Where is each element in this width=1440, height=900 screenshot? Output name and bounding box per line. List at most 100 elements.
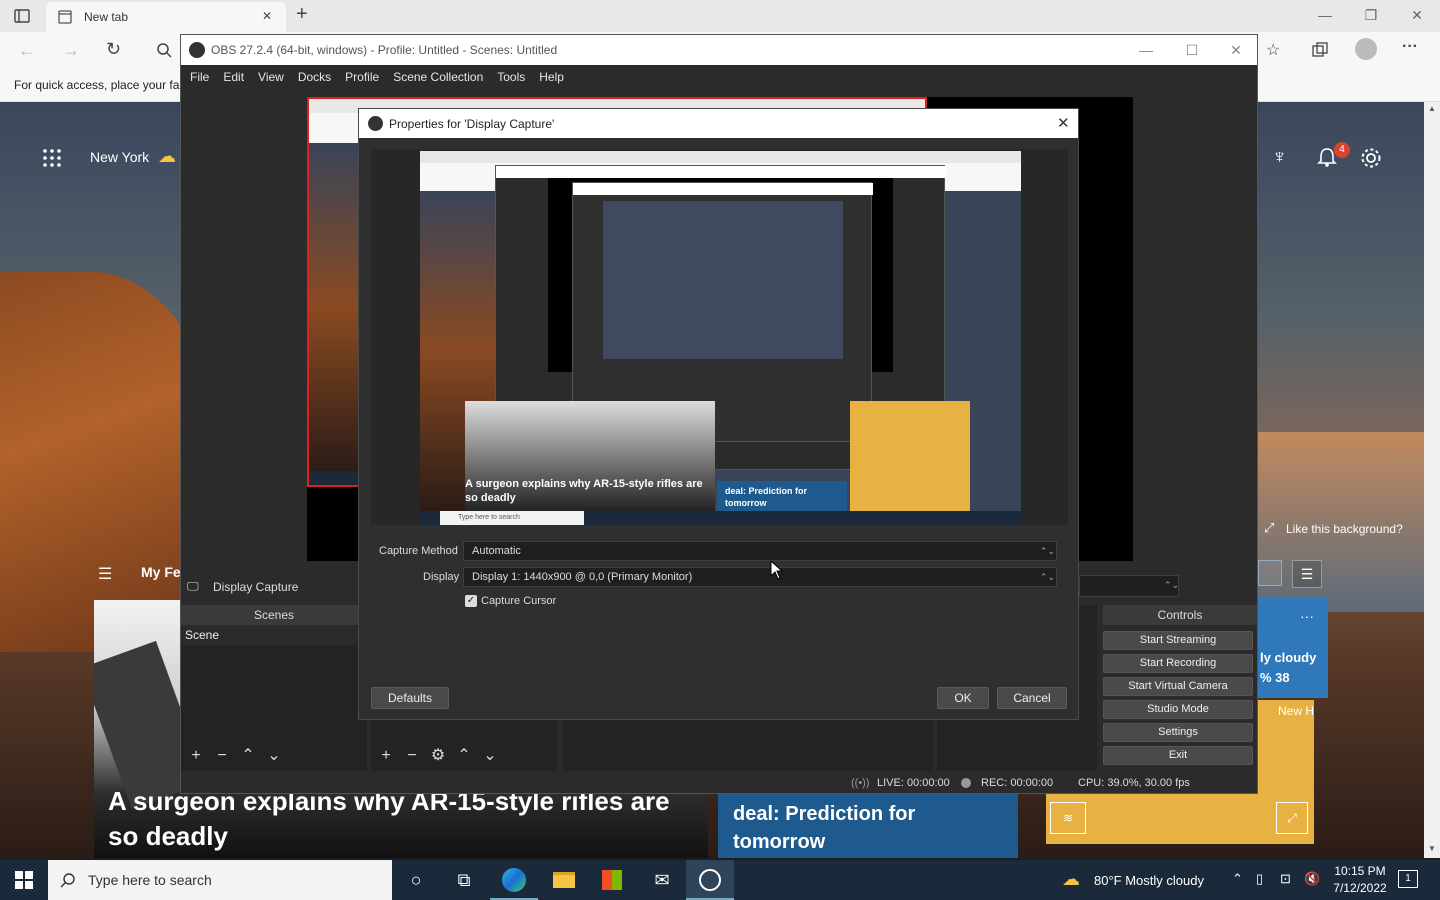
weather-tile-more-icon[interactable]: ··· [1300,608,1314,624]
news-headline-deal[interactable]: deal: Prediction for tomorrow [733,800,1013,856]
monitor-icon: 🖵 [187,579,199,593]
apps-grid-icon[interactable] [42,148,62,168]
source-dropdown[interactable]: ⌃⌄ [1079,575,1179,597]
weather-tile-temp: % 38 [1260,670,1290,685]
map-layers-icon[interactable]: ≋ [1050,802,1086,834]
list-layout-icon[interactable]: ☰ [1292,560,1322,588]
settings-button[interactable]: Settings [1103,723,1253,742]
source-up-icon[interactable]: ⌃ [451,745,477,765]
like-background-link[interactable]: Like this background? [1286,522,1403,536]
remove-scene-icon[interactable]: − [209,747,235,765]
obs-titlebar: OBS 27.2.4 (64-bit, windows) - Profile: … [181,35,1257,65]
weather-map-strip: ≋ ⤢ [1046,792,1314,844]
search-icon[interactable] [156,42,172,58]
capture-cursor-label[interactable]: Capture Cursor [481,595,556,607]
weather-map-new: New H [1278,704,1314,718]
action-center-icon[interactable]: 1 [1398,870,1418,888]
feed-menu-icon[interactable]: ☰ [98,564,112,584]
ok-button[interactable]: OK [937,687,989,709]
taskbar-search-box[interactable]: Type here to search [48,860,392,900]
expand-icon[interactable]: ⤢ [1264,520,1274,536]
nested-headline: A surgeon explains why AR-15-style rifle… [465,478,703,504]
source-settings-gear-icon[interactable]: ⚙ [425,745,451,765]
move-up-icon[interactable]: ⌃ [235,745,261,765]
browser-tab[interactable]: New tab ✕ [46,2,286,32]
cancel-button[interactable]: Cancel [997,687,1067,709]
menu-edit[interactable]: Edit [216,65,251,89]
obs-minimize-icon[interactable]: — [1123,35,1169,65]
favorites-icon[interactable]: ☆ [1266,40,1280,60]
studio-mode-button[interactable]: Studio Mode [1103,700,1253,719]
tab-actions-icon[interactable] [14,8,30,24]
file-explorer-icon[interactable] [540,860,588,900]
add-source-icon[interactable]: + [373,747,399,765]
menu-tools[interactable]: Tools [490,65,532,89]
menu-docks[interactable]: Docks [291,65,338,89]
scene-list-item[interactable]: Scene [181,625,367,645]
new-tab-icon [58,10,72,24]
nested-search: Type here to search [440,511,584,525]
more-menu-icon[interactable]: ··· [1402,38,1418,56]
task-view-icon[interactable]: ⧉ [440,860,488,900]
mail-icon[interactable]: ✉ [638,860,686,900]
source-toolbar: 🖵 Display Capture [181,575,361,597]
taskbar-date[interactable]: 7/12/2022 [1330,881,1390,895]
capture-cursor-checkbox[interactable]: ✓ [465,595,477,607]
obs-taskbar-icon[interactable] [686,860,734,900]
obs-close-icon[interactable]: ✕ [1213,35,1259,65]
scenes-header: Scenes [181,605,367,625]
news-headline-main[interactable]: A surgeon explains why AR-15-style rifle… [108,784,698,854]
new-tab-button[interactable]: + [296,3,308,26]
grid-layout-icon[interactable] [1258,560,1282,586]
tab-close-icon[interactable]: ✕ [262,9,272,23]
menu-profile[interactable]: Profile [338,65,386,89]
source-down-icon[interactable]: ⌄ [477,745,503,765]
taskbar-time[interactable]: 10:15 PM [1332,864,1388,878]
start-virtual-camera-button[interactable]: Start Virtual Camera [1103,677,1253,696]
page-scrollbar[interactable]: ▲ ▼ [1424,102,1440,858]
close-icon[interactable]: ✕ [1394,0,1440,30]
tray-chevron-up-icon[interactable]: ⌃ [1232,871,1243,887]
menu-file[interactable]: File [183,65,216,89]
exit-button[interactable]: Exit [1103,746,1253,765]
taskbar-search-placeholder: Type here to search [88,872,212,888]
volume-muted-icon[interactable]: 🔇 [1304,871,1320,887]
start-streaming-button[interactable]: Start Streaming [1103,631,1253,650]
settings-gear-icon[interactable] [1360,147,1382,169]
back-icon[interactable]: ← [18,40,36,61]
obs-status-bar: ((•)) LIVE: 00:00:00 REC: 00:00:00 CPU: … [181,773,1257,793]
move-down-icon[interactable]: ⌄ [261,745,287,765]
weather-tile[interactable]: ··· ly cloudy % 38 [1258,598,1328,698]
news-tile-deal[interactable]: deal: Prediction for tomorrow [718,792,1018,858]
display-select[interactable]: Display 1: 1440x900 @ 0,0 (Primary Monit… [463,567,1057,587]
add-scene-icon[interactable]: + [183,747,209,765]
remove-source-icon[interactable]: − [399,747,425,765]
start-recording-button[interactable]: Start Recording [1103,654,1253,673]
edge-taskbar-icon[interactable] [490,860,538,900]
tray-device-icon[interactable]: ▯ [1256,871,1263,887]
defaults-button[interactable]: Defaults [371,687,449,709]
profile-avatar[interactable] [1355,38,1377,60]
minimize-icon[interactable]: — [1302,0,1348,30]
network-icon[interactable]: ⊡ [1280,871,1291,887]
map-expand-icon[interactable]: ⤢ [1276,802,1308,834]
windows-start-icon[interactable] [0,860,48,900]
refresh-icon[interactable]: ↻ [106,39,121,60]
cortana-icon[interactable]: ○ [392,860,440,900]
scenes-toolbar: + − ⌃ ⌄ [183,745,363,769]
capture-method-label: Capture Method [379,545,458,557]
my-feed-label[interactable]: My Fe [141,564,181,580]
capture-method-select[interactable]: Automatic ⌃⌄ [463,541,1057,561]
obs-maximize-icon[interactable]: ☐ [1169,35,1215,65]
store-icon[interactable] [588,860,636,900]
rewards-icon[interactable]: ♆ [1272,146,1287,169]
menu-help[interactable]: Help [532,65,571,89]
restore-icon[interactable]: ❐ [1348,0,1394,30]
menu-view[interactable]: View [251,65,291,89]
menu-scene-collection[interactable]: Scene Collection [386,65,490,89]
forward-icon[interactable]: → [62,40,80,61]
weather-location[interactable]: New York [90,149,149,165]
dialog-close-icon[interactable]: ✕ [1057,114,1070,132]
taskbar-weather[interactable]: 80°F Mostly cloudy [1094,873,1204,888]
collections-icon[interactable] [1312,42,1328,58]
